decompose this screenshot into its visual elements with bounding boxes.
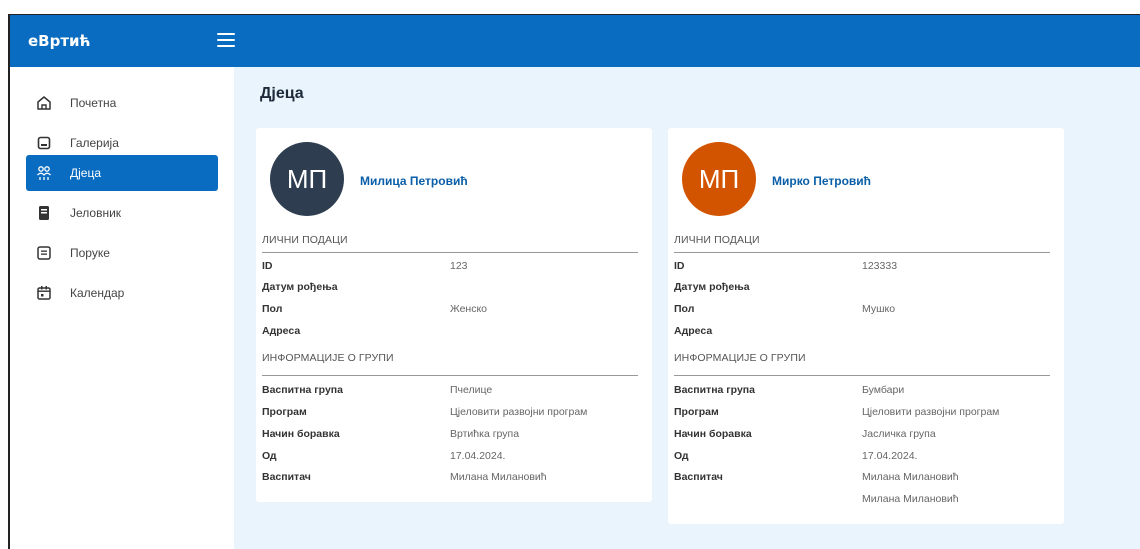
sidebar-item-menu[interactable]: Јеловник xyxy=(26,195,218,231)
home-icon xyxy=(34,93,54,113)
sidebar-item-messages[interactable]: Поруке xyxy=(26,235,218,271)
calendar-icon xyxy=(34,283,54,303)
sex-value: Мушко xyxy=(862,303,896,315)
sidebar: Почетна Галерија Дјеца Јеловник Поруке К… xyxy=(10,67,234,549)
sex-label: Пол xyxy=(262,303,283,315)
menu-book-icon xyxy=(34,203,54,223)
teacher-value: Милана Милановић xyxy=(862,493,959,505)
address-label: Адреса xyxy=(262,325,301,337)
id-value: 123 xyxy=(450,260,468,272)
group-label: Васпитна група xyxy=(262,384,343,396)
hamburger-menu-icon[interactable] xyxy=(217,33,235,47)
screen: еВртић Почетна Галерија Дјеца Јеловник П… xyxy=(0,0,1140,549)
from-label: Од xyxy=(262,450,277,462)
page-title: Дјеца xyxy=(260,85,304,102)
child-name-link[interactable]: Мирко Петровић xyxy=(772,174,871,188)
group-value: Бумбари xyxy=(862,384,905,396)
app-window: еВртић Почетна Галерија Дјеца Јеловник П… xyxy=(8,14,1140,549)
sidebar-item-label: Поруке xyxy=(70,246,110,260)
sidebar-item-label: Јеловник xyxy=(70,206,122,220)
avatar: МП xyxy=(682,142,756,216)
group-info-header: ИНФОРМАЦИЈЕ О ГРУПИ xyxy=(674,352,806,364)
dob-label: Датум рођења xyxy=(674,281,750,293)
id-label: ID xyxy=(262,260,273,272)
sidebar-item-label: Календар xyxy=(70,286,125,300)
divider xyxy=(674,375,1050,376)
sidebar-item-label: Дјеца xyxy=(70,166,102,180)
stay-label: Начин боравка xyxy=(674,428,752,440)
brand-logo[interactable]: еВртић xyxy=(28,32,91,50)
group-value: Пчелице xyxy=(450,384,493,396)
message-icon xyxy=(34,243,54,263)
child-card: МП Милица Петровић ЛИЧНИ ПОДАЦИ ID 123 Д… xyxy=(256,128,652,502)
from-value: 17.04.2024. xyxy=(862,450,918,462)
program-label: Програм xyxy=(262,406,307,418)
avatar: МП xyxy=(270,142,344,216)
personal-data-header: ЛИЧНИ ПОДАЦИ xyxy=(262,234,348,246)
address-label: Адреса xyxy=(674,325,713,337)
program-value: Цјеловити развојни програм xyxy=(450,406,588,418)
child-name-link[interactable]: Милица Петровић xyxy=(360,174,468,188)
sidebar-item-children[interactable]: Дјеца xyxy=(26,155,218,191)
group-label: Васпитна група xyxy=(674,384,755,396)
stay-value: Вртићка група xyxy=(450,428,520,440)
sex-value: Женско xyxy=(450,303,488,315)
divider xyxy=(674,252,1050,253)
stay-value: Јасличка група xyxy=(862,428,936,440)
teacher-label: Васпитач xyxy=(674,471,723,483)
program-label: Програм xyxy=(674,406,719,418)
id-label: ID xyxy=(674,260,685,272)
sidebar-item-label: Почетна xyxy=(70,96,117,110)
id-value: 123333 xyxy=(862,260,898,272)
stay-label: Начин боравка xyxy=(262,428,340,440)
divider xyxy=(262,375,638,376)
divider xyxy=(262,252,638,253)
program-value: Цјеловити развојни програм xyxy=(862,406,1000,418)
group-info-header: ИНФОРМАЦИЈЕ О ГРУПИ xyxy=(262,352,394,364)
from-value: 17.04.2024. xyxy=(450,450,506,462)
children-icon xyxy=(34,163,54,183)
from-label: Од xyxy=(674,450,689,462)
dob-label: Датум рођења xyxy=(262,281,338,293)
personal-data-header: ЛИЧНИ ПОДАЦИ xyxy=(674,234,760,246)
teacher-label: Васпитач xyxy=(262,471,311,483)
teacher-value: Милана Милановић xyxy=(450,471,547,483)
sidebar-item-label: Галерија xyxy=(70,136,119,150)
sidebar-item-calendar[interactable]: Календар xyxy=(26,275,218,311)
top-bar: еВртић xyxy=(10,15,1140,67)
sex-label: Пол xyxy=(674,303,695,315)
sidebar-item-home[interactable]: Почетна xyxy=(26,85,218,121)
teacher-value: Милана Милановић xyxy=(862,471,959,483)
gallery-icon xyxy=(34,133,54,153)
child-card: МП Мирко Петровић ЛИЧНИ ПОДАЦИ ID 123333… xyxy=(668,128,1064,524)
